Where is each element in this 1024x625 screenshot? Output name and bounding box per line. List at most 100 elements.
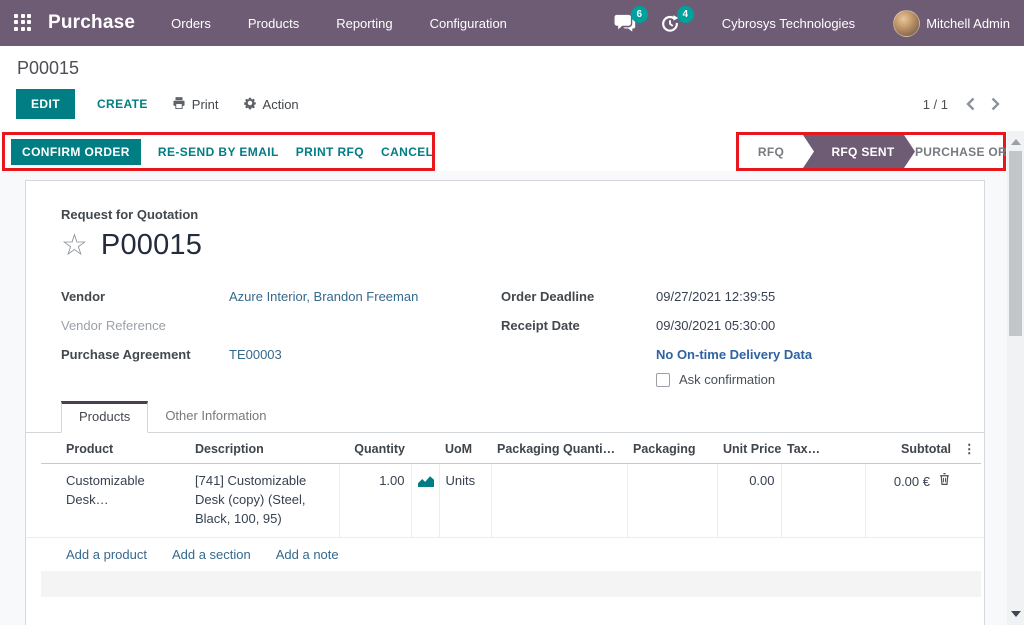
document-name: P00015 bbox=[101, 229, 202, 262]
control-panel-buttons: EDIT CREATE Print Action 1 / 1 bbox=[16, 89, 1008, 131]
messages-button[interactable]: 6 bbox=[614, 13, 638, 33]
order-deadline-value[interactable]: 09/27/2021 12:39:55 bbox=[656, 289, 775, 304]
resend-by-email-button[interactable]: RE-SEND BY EMAIL bbox=[158, 145, 279, 159]
action-button[interactable]: Action bbox=[243, 96, 299, 113]
cell-quantity[interactable]: 1.00 bbox=[339, 464, 411, 537]
subtotal-value[interactable]: 0.00 € bbox=[894, 473, 930, 492]
tab-products[interactable]: Products bbox=[61, 401, 148, 433]
form-sheet: Request for Quotation ☆ P00015 Vendor Az… bbox=[25, 180, 985, 625]
activities-button[interactable]: 4 bbox=[660, 13, 684, 33]
user-avatar[interactable] bbox=[893, 10, 920, 37]
favorite-star-icon[interactable]: ☆ bbox=[61, 231, 88, 261]
app-name[interactable]: Purchase bbox=[48, 12, 135, 34]
print-rfq-button[interactable]: PRINT RFQ bbox=[296, 145, 364, 159]
col-packaging-quantity[interactable]: Packaging Quanti… bbox=[491, 433, 627, 464]
col-quantity[interactable]: Quantity bbox=[339, 433, 411, 464]
annotation-box-stages: RFQ RFQ SENT PURCHASE ORDER bbox=[736, 132, 1006, 171]
status-pipeline: RFQ RFQ SENT PURCHASE ORDER bbox=[739, 135, 1003, 168]
stage-rfq-sent-active[interactable]: RFQ SENT bbox=[803, 135, 915, 168]
breadcrumb: P00015 bbox=[16, 56, 1008, 89]
purchase-agreement-value-link[interactable]: TE00003 bbox=[229, 347, 282, 362]
cell-taxes[interactable] bbox=[781, 464, 865, 537]
col-taxes[interactable]: Tax… bbox=[781, 433, 865, 464]
cell-unit-price[interactable]: 0.00 bbox=[717, 464, 781, 537]
on-time-delivery-link[interactable]: No On-time Delivery Data bbox=[656, 347, 812, 362]
menu-configuration[interactable]: Configuration bbox=[428, 12, 509, 35]
pager-next-icon[interactable] bbox=[991, 97, 1000, 111]
cell-product[interactable]: Customizable Desk… bbox=[41, 464, 189, 537]
menu-products[interactable]: Products bbox=[246, 12, 301, 35]
col-uom[interactable]: UoM bbox=[439, 433, 491, 464]
table-header-row: Product Description Quantity UoM Packagi… bbox=[41, 433, 981, 464]
control-panel: P00015 EDIT CREATE Print Action 1 / 1 bbox=[0, 46, 1024, 131]
confirm-order-button[interactable]: CONFIRM ORDER bbox=[11, 139, 141, 165]
order-deadline-label: Order Deadline bbox=[501, 289, 656, 304]
cell-uom[interactable]: Units bbox=[439, 464, 491, 537]
annotation-box-buttons: CONFIRM ORDER RE-SEND BY EMAIL PRINT RFQ… bbox=[2, 132, 435, 171]
tab-other-information[interactable]: Other Information bbox=[148, 401, 283, 432]
empty-table-stripe bbox=[41, 571, 981, 597]
messages-icon bbox=[614, 21, 636, 36]
forecast-chart-icon[interactable] bbox=[418, 475, 434, 490]
scroll-down-icon[interactable] bbox=[1007, 605, 1024, 622]
vertical-scrollbar[interactable] bbox=[1007, 131, 1024, 625]
ask-confirmation-checkbox[interactable] bbox=[656, 373, 670, 387]
scrollbar-thumb[interactable] bbox=[1009, 151, 1022, 336]
purchase-agreement-field: Purchase Agreement TE00003 bbox=[61, 347, 501, 364]
notebook-tabs: Products Other Information bbox=[26, 401, 984, 433]
pager-value: 1 / 1 bbox=[923, 97, 948, 112]
receipt-date-field: Receipt Date 09/30/2021 05:30:00 bbox=[501, 318, 949, 335]
cell-packaging[interactable] bbox=[627, 464, 717, 537]
add-a-section-link[interactable]: Add a section bbox=[172, 547, 251, 562]
cell-subtotal: 0.00 € bbox=[865, 464, 957, 537]
line-add-links: Add a product Add a section Add a note bbox=[26, 537, 984, 571]
pager: 1 / 1 bbox=[923, 97, 1008, 112]
pager-previous-icon[interactable] bbox=[966, 97, 975, 111]
ask-confirmation-label: Ask confirmation bbox=[679, 372, 775, 387]
create-button[interactable]: CREATE bbox=[97, 97, 148, 111]
ask-confirmation-field: Ask confirmation bbox=[656, 372, 949, 387]
cell-menu-spacer bbox=[957, 464, 981, 537]
print-label: Print bbox=[192, 97, 219, 112]
cell-description[interactable]: [741] Customizable Desk (copy) (Steel, B… bbox=[189, 464, 339, 537]
scroll-up-icon[interactable] bbox=[1007, 133, 1024, 150]
cancel-button[interactable]: CANCEL bbox=[381, 145, 433, 159]
add-a-note-link[interactable]: Add a note bbox=[276, 547, 339, 562]
stage-rfq[interactable]: RFQ bbox=[739, 135, 803, 168]
edit-button[interactable]: EDIT bbox=[16, 89, 75, 119]
cell-packaging-quantity[interactable] bbox=[491, 464, 627, 537]
vendor-reference-field: Vendor Reference bbox=[61, 318, 501, 335]
form-view: Request for Quotation ☆ P00015 Vendor Az… bbox=[0, 171, 1007, 625]
col-subtotal[interactable]: Subtotal bbox=[865, 433, 957, 464]
receipt-date-label: Receipt Date bbox=[501, 318, 656, 333]
vendor-reference-label: Vendor Reference bbox=[61, 318, 229, 333]
col-description[interactable]: Description bbox=[189, 433, 339, 464]
cell-forecast bbox=[411, 464, 439, 537]
col-unit-price[interactable]: Unit Price bbox=[717, 433, 781, 464]
col-forecast-spacer bbox=[411, 433, 439, 464]
doc-type-label: Request for Quotation bbox=[61, 207, 949, 222]
vendor-value-link[interactable]: Azure Interior, Brandon Freeman bbox=[229, 289, 418, 304]
trash-icon[interactable] bbox=[938, 472, 951, 492]
activities-badge: 4 bbox=[677, 6, 694, 23]
menu-reporting[interactable]: Reporting bbox=[334, 12, 394, 35]
vendor-field: Vendor Azure Interior, Brandon Freeman bbox=[61, 289, 501, 306]
col-product[interactable]: Product bbox=[41, 433, 189, 464]
order-lines-table: Product Description Quantity UoM Packagi… bbox=[41, 433, 981, 537]
nav-menus: Orders Products Reporting Configuration bbox=[169, 12, 509, 35]
vendor-label: Vendor bbox=[61, 289, 229, 304]
apps-menu-icon[interactable] bbox=[14, 14, 33, 33]
order-line-row[interactable]: Customizable Desk… [741] Customizable De… bbox=[41, 464, 981, 537]
messages-badge: 6 bbox=[631, 6, 648, 23]
user-menu[interactable]: Mitchell Admin bbox=[926, 16, 1010, 31]
col-packaging[interactable]: Packaging bbox=[627, 433, 717, 464]
receipt-date-value[interactable]: 09/30/2021 05:30:00 bbox=[656, 318, 775, 333]
navbar-right: 6 4 Cybrosys Technologies Mitchell Admin bbox=[614, 10, 1010, 37]
company-switcher[interactable]: Cybrosys Technologies bbox=[722, 16, 855, 31]
print-button[interactable]: Print bbox=[172, 96, 219, 113]
printer-icon bbox=[172, 96, 186, 113]
menu-orders[interactable]: Orders bbox=[169, 12, 213, 35]
add-a-product-link[interactable]: Add a product bbox=[66, 547, 147, 562]
optional-columns-icon[interactable]: ⋮ bbox=[957, 433, 981, 464]
purchase-agreement-label: Purchase Agreement bbox=[61, 347, 229, 362]
